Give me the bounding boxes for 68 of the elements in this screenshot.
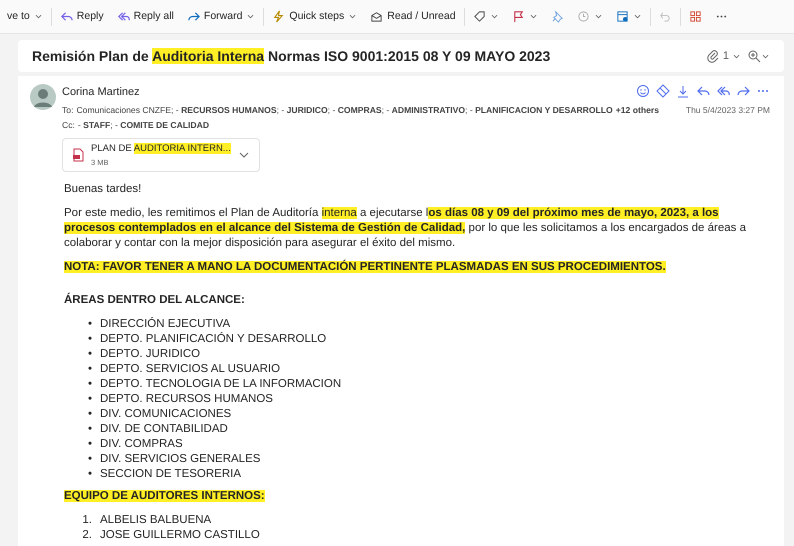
section-heading: ÁREAS DENTRO DEL ALCANCE: [64, 292, 246, 308]
more-recipients-link[interactable]: +12 others [616, 104, 659, 116]
toolbar-button[interactable]: Reply all [112, 6, 179, 26]
reply-all-icon [116, 10, 130, 23]
reply-icon [60, 10, 73, 23]
recipients[interactable]: Comunicaciones CNZFE; - RECURSOS HUMANOS; - JURIDICO; - COMPRAS; - ADMINISTRATIVO; - PLANIFICACION Y DESARROLLO [76, 104, 613, 116]
list-marker: 2. [81, 528, 92, 543]
clock-icon [576, 10, 590, 23]
calendar-icon [616, 10, 629, 23]
list-item: DEPTO. SERVICIOS AL USUARIO [100, 362, 280, 377]
emoji-icon[interactable] [636, 84, 650, 98]
list-item: DEPTO. RECURSOS HUMANOS [100, 392, 273, 407]
pin-icon [550, 10, 564, 23]
list-item: DEPTO. TECNOLOGIA DE LA INFORMACION [100, 376, 342, 392]
list-marker: • [86, 392, 92, 407]
list-marker: • [86, 406, 92, 422]
list-marker: • [86, 422, 92, 437]
reply-all-icon[interactable] [716, 84, 730, 98]
toolbar-button[interactable]: Quick steps [267, 6, 362, 26]
forward-icon [186, 10, 200, 23]
avatar-icon [30, 84, 56, 110]
tag-icon [472, 10, 486, 23]
list-item: DIRECCIÓN EJECUTIVA [100, 316, 230, 332]
zoom-button[interactable] [747, 49, 770, 63]
lightning-icon [272, 10, 286, 23]
sender-name[interactable]: Corina Martinez [62, 84, 140, 100]
toolbar-button[interactable]: Reply [54, 6, 109, 26]
eraser-icon[interactable] [656, 84, 670, 98]
flag-icon [512, 10, 525, 23]
list-marker: • [86, 376, 92, 392]
undo-icon [658, 10, 672, 23]
body-paragraph: Por este medio, les remitimos el Plan de Auditoría interna a ejecutarse los días 08 y 09 del próximo mes de mayo, 2023, a los procesos contemplados en el alcance del Sistema de Gestión de Calidad, por lo que les solicitamos a los encargados de áreas a colaborar y contar con la mejor disposición para asegurar el éxito del mismo. [64, 206, 747, 251]
envelope-icon [370, 10, 384, 23]
list-marker: • [86, 436, 92, 452]
list-marker: • [86, 346, 92, 362]
list-marker: 1. [81, 512, 92, 528]
zoom-icon [747, 49, 761, 63]
list-item: DIV. DE CONTABILIDAD [100, 422, 228, 437]
body-paragraph: Buenas tardes! [64, 182, 142, 197]
download-icon[interactable] [676, 84, 690, 98]
to-label: To: [62, 104, 74, 116]
list-item: DEPTO. PLANIFICACIÓN Y DESARROLLO [100, 332, 326, 347]
sent-date: Thu 5/4/2023 3:27 PM [686, 104, 770, 116]
toolbar-button[interactable]: ve to [2, 6, 48, 26]
attachment-count[interactable]: 1 [706, 48, 741, 64]
list-marker: • [86, 362, 92, 377]
list-marker: • [86, 452, 92, 467]
body-paragraph: NOTA: FAVOR TENER A MANO LA DOCUMENTACIÓN PERTINENTE PLASMADAS EN SUS PROCEDIMIENTOS. [64, 260, 667, 275]
reply-icon[interactable] [696, 84, 710, 98]
grid-icon [688, 10, 702, 23]
list-item: SECCION DE TESORERIA [100, 466, 242, 482]
list-item: DIV. SERVICIOS GENERALES [100, 452, 260, 467]
list-item: JOSE GUILLERMO CASTILLO [100, 528, 260, 543]
pdf-file-icon [71, 148, 85, 162]
cc-recipients[interactable]: - STAFF; - COMITE DE CALIDAD [78, 119, 210, 132]
list-item: DEPTO. JURIDICO [100, 346, 200, 362]
list-item: DIV. COMPRAS [100, 436, 183, 452]
body-paragraph: EQUIPO DE AUDITORES INTERNOS: [64, 488, 266, 504]
list-marker: • [86, 316, 92, 332]
list-marker: • [86, 332, 92, 347]
list-marker: • [86, 466, 92, 482]
toolbar-button[interactable]: Forward [182, 6, 260, 26]
toolbar-button[interactable]: Read / Unread [365, 6, 461, 26]
cc-label: Cc: [62, 119, 75, 132]
list-item: ALBELIS BALBUENA [100, 512, 212, 528]
list-item: DIV. COMUNICACIONES [100, 406, 232, 422]
paperclip-icon [706, 49, 720, 63]
forward-icon[interactable] [736, 84, 750, 98]
